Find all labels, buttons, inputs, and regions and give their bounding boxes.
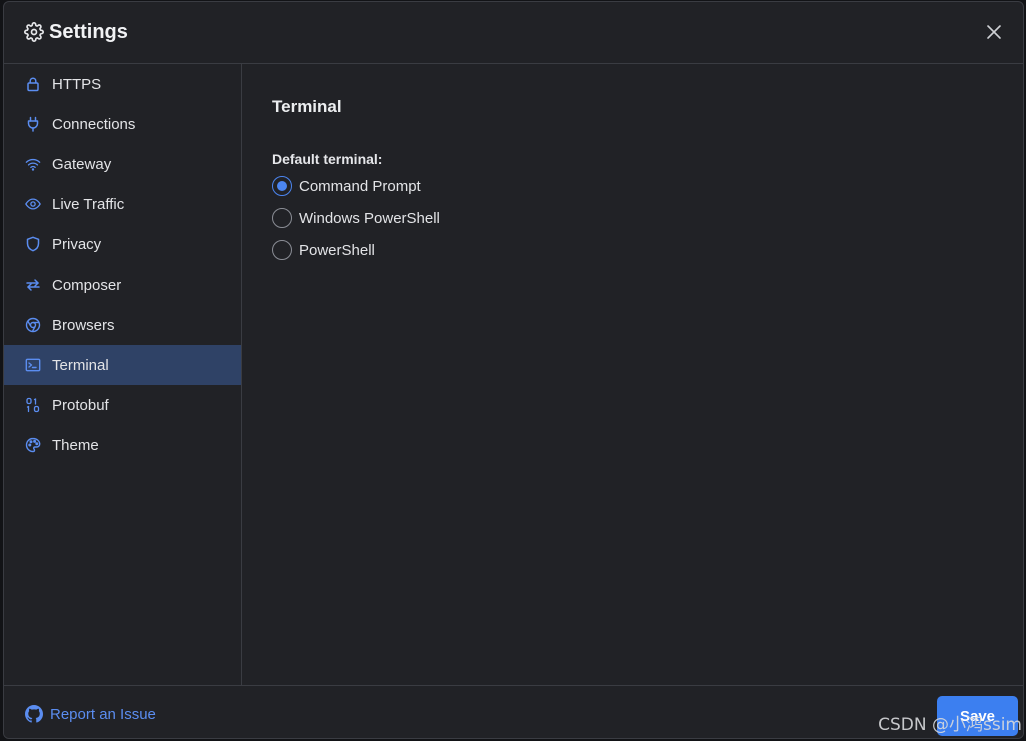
- plug-icon: [25, 116, 41, 132]
- radio-windows-powershell[interactable]: Windows PowerShell: [272, 207, 440, 229]
- report-issue-link[interactable]: Report an Issue: [25, 705, 156, 723]
- sidebar-item-privacy[interactable]: Privacy: [4, 224, 241, 264]
- sidebar-item-browsers[interactable]: Browsers: [4, 305, 241, 345]
- radio-label: Command Prompt: [299, 177, 421, 195]
- dialog-header: Settings: [4, 2, 1023, 64]
- sidebar-item-composer[interactable]: Composer: [4, 265, 241, 305]
- sidebar-item-label: Browsers: [52, 316, 115, 334]
- sidebar-item-connections[interactable]: Connections: [4, 104, 241, 144]
- settings-dialog: Settings HTTPS Connections Gateway Live …: [3, 1, 1024, 739]
- close-icon[interactable]: [985, 23, 1003, 41]
- terminal-icon: [25, 357, 41, 373]
- section-title: Terminal: [272, 97, 342, 116]
- radio-button[interactable]: [272, 240, 292, 260]
- binary-icon: [25, 397, 41, 413]
- sidebar-item-theme[interactable]: Theme: [4, 425, 241, 465]
- wifi-icon: [25, 156, 41, 172]
- report-issue-label: Report an Issue: [50, 705, 156, 723]
- sidebar-item-gateway[interactable]: Gateway: [4, 144, 241, 184]
- radio-powershell[interactable]: PowerShell: [272, 239, 375, 261]
- radio-dot: [277, 181, 287, 191]
- chrome-icon: [25, 317, 41, 333]
- sidebar-item-label: Connections: [52, 115, 136, 133]
- settings-content: Terminal Default terminal: Command Promp…: [243, 64, 1023, 685]
- radio-command-prompt[interactable]: Command Prompt: [272, 175, 421, 197]
- sidebar-item-https[interactable]: HTTPS: [4, 64, 241, 104]
- dialog-title: Settings: [49, 21, 128, 43]
- radio-label: PowerShell: [299, 241, 375, 259]
- radio-label: Windows PowerShell: [299, 209, 440, 227]
- radio-button[interactable]: [272, 176, 292, 196]
- sidebar-item-label: Live Traffic: [52, 195, 125, 213]
- sidebar-item-label: Protobuf: [52, 396, 109, 414]
- swap-arrows-icon: [25, 277, 41, 293]
- sidebar-item-label: Theme: [52, 436, 99, 454]
- sidebar-item-label: Composer: [52, 276, 122, 294]
- sidebar-item-live-traffic[interactable]: Live Traffic: [4, 184, 241, 224]
- radio-button[interactable]: [272, 208, 292, 228]
- lock-icon: [25, 76, 41, 92]
- watermark: CSDN @小鸿ssim: [878, 715, 1022, 735]
- dialog-footer: Report an Issue Save: [4, 685, 1023, 738]
- settings-sidebar: HTTPS Connections Gateway Live Traffic P…: [4, 64, 242, 685]
- sidebar-item-label: HTTPS: [52, 75, 102, 93]
- sidebar-item-label: Gateway: [52, 155, 112, 173]
- shield-icon: [25, 236, 41, 252]
- github-icon: [25, 705, 43, 723]
- eye-icon: [25, 196, 41, 212]
- sidebar-item-label: Terminal: [52, 356, 109, 374]
- default-terminal-label: Default terminal:: [272, 151, 383, 167]
- palette-icon: [25, 437, 41, 453]
- sidebar-item-terminal[interactable]: Terminal: [4, 345, 241, 385]
- sidebar-item-label: Privacy: [52, 235, 102, 253]
- gear-icon: [24, 22, 44, 42]
- sidebar-item-protobuf[interactable]: Protobuf: [4, 385, 241, 425]
